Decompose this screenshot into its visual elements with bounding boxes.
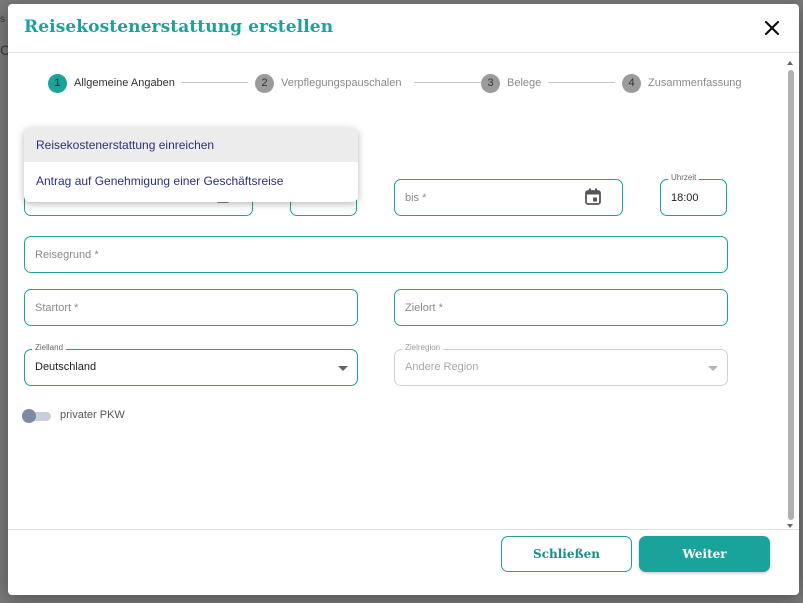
step-connector xyxy=(548,82,615,83)
step-connector xyxy=(181,82,248,83)
zielland-label: Zielland xyxy=(32,343,67,352)
zielland-select[interactable]: Zielland Deutschland xyxy=(24,343,358,386)
scroll-down-icon[interactable] xyxy=(787,524,793,528)
dialog-title: Reisekostenerstattung erstellen xyxy=(24,17,334,37)
zielort-field[interactable]: Zielort * xyxy=(394,289,728,326)
weiter-button[interactable]: Weiter xyxy=(639,536,770,572)
step-zusammenfassung[interactable]: 4 Zusammenfassung xyxy=(622,72,742,94)
step-number: 2 xyxy=(255,73,274,93)
step-allgemeine-angaben[interactable]: 1 Allgemeine Angaben xyxy=(48,72,175,94)
step-number: 3 xyxy=(481,73,500,93)
step-label: Zusammenfassung xyxy=(648,77,742,89)
type-dropdown-menu: Reisekostenerstattung einreichen Antrag … xyxy=(24,128,358,202)
reisegrund-placeholder: Reisegrund * xyxy=(35,249,99,261)
private-car-toggle[interactable] xyxy=(22,409,52,423)
calendar-icon[interactable] xyxy=(584,188,602,206)
step-connector xyxy=(414,82,481,83)
step-belege[interactable]: 3 Belege xyxy=(481,72,541,94)
reisegrund-field[interactable]: Reisegrund * xyxy=(24,236,728,273)
chevron-down-icon xyxy=(338,366,348,371)
zielregion-label: Zielregion xyxy=(402,343,444,352)
dialog-header: Reisekostenerstattung erstellen xyxy=(8,4,799,53)
startort-placeholder: Startort * xyxy=(35,302,79,314)
bis-time-field[interactable]: Uhrzeit 18:00 xyxy=(660,173,727,216)
bis-date-field[interactable]: bis * xyxy=(394,179,623,216)
close-button[interactable] xyxy=(760,16,784,40)
scrollbar[interactable] xyxy=(786,60,795,530)
chevron-down-icon xyxy=(708,366,718,371)
step-label: Verpflegungspauschalen xyxy=(281,77,402,89)
zielregion-select[interactable]: Zielregion Andere Region xyxy=(394,343,728,386)
step-label: Belege xyxy=(507,77,542,89)
startort-field[interactable]: Startort * xyxy=(24,289,358,326)
bis-placeholder: bis * xyxy=(405,192,427,204)
zielland-value: Deutschland xyxy=(35,361,97,373)
scroll-up-icon[interactable] xyxy=(787,61,793,65)
step-verpflegungspauschalen[interactable]: 2 Verpflegungspauschalen xyxy=(255,72,401,94)
toggle-knob xyxy=(22,409,36,423)
scrollbar-thumb[interactable] xyxy=(788,70,794,520)
close-icon xyxy=(764,20,780,36)
schliessen-button[interactable]: Schließen xyxy=(501,536,632,572)
menu-item-genehmigung[interactable]: Antrag auf Genehmigung einer Geschäftsre… xyxy=(24,164,358,198)
step-number: 4 xyxy=(622,73,641,93)
reisekosten-dialog: Reisekostenerstattung erstellen 1 Allgem… xyxy=(8,4,799,595)
step-label: Allgemeine Angaben xyxy=(74,77,175,89)
private-car-label: privater PKW xyxy=(60,409,125,421)
zielort-placeholder: Zielort * xyxy=(405,302,443,314)
menu-item-reisekostenerstattung[interactable]: Reisekostenerstattung einreichen xyxy=(24,128,358,162)
stepper: 1 Allgemeine Angaben 2 Verpflegungspausc… xyxy=(48,72,768,94)
menu-item-label: Reisekostenerstattung einreichen xyxy=(36,138,215,152)
uhrzeit-value: 18:00 xyxy=(671,192,699,204)
menu-item-label: Antrag auf Genehmigung einer Geschäftsre… xyxy=(36,174,284,188)
step-number: 1 xyxy=(48,73,67,93)
background-text-fragment: s xyxy=(0,14,5,25)
zielregion-value: Andere Region xyxy=(405,361,479,373)
uhrzeit-label: Uhrzeit xyxy=(668,173,700,182)
